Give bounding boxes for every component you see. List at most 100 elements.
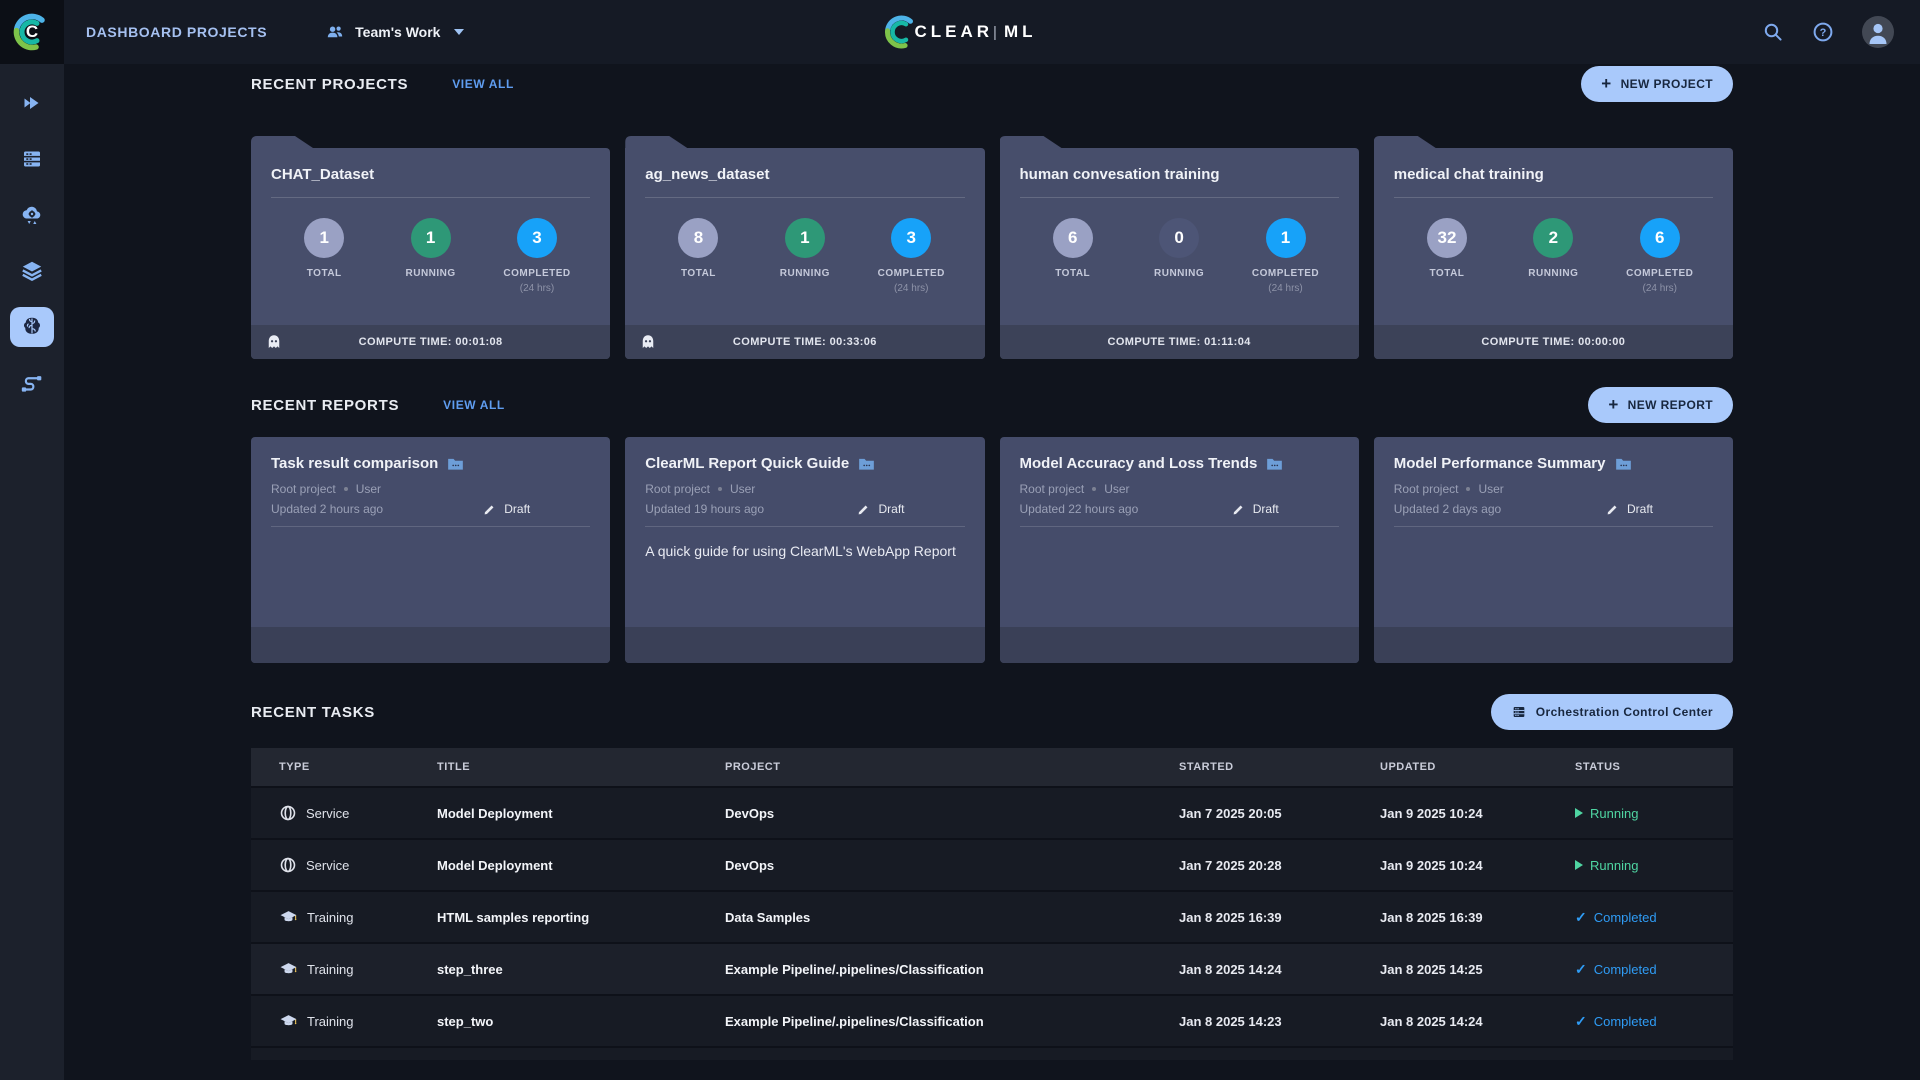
main-content: RECENT PROJECTS VIEW ALL + NEW PROJECT C… bbox=[64, 64, 1920, 1060]
person-icon bbox=[1869, 23, 1887, 44]
projects-view-all-link[interactable]: VIEW ALL bbox=[452, 77, 514, 91]
table-row-partial bbox=[251, 1048, 1733, 1060]
logo-letter: C bbox=[25, 22, 39, 41]
report-updated: Updated 19 hours ago bbox=[645, 502, 765, 516]
report-meta: Root project User bbox=[1393, 482, 1504, 496]
project-card[interactable]: ag_news_dataset 8 TOTAL 1 RUNNING 3 COMP… bbox=[625, 136, 985, 359]
recent-tasks-heading: RECENT TASKS bbox=[251, 703, 375, 721]
sidebar-item-getting-started[interactable] bbox=[10, 83, 54, 123]
datasets-icon bbox=[22, 261, 42, 281]
project-name: human convesation training bbox=[1019, 166, 1220, 183]
search-icon bbox=[1764, 23, 1782, 41]
stat-completed: 6 COMPLETED (24 hrs) bbox=[1617, 218, 1703, 294]
recent-tasks-table: TYPE TITLE PROJECT STARTED UPDATED STATU… bbox=[251, 748, 1733, 1060]
brand-text-left: CLEAR bbox=[914, 22, 994, 41]
app-logo[interactable]: C bbox=[0, 0, 64, 64]
status-badge: ✓ Completed bbox=[1575, 1012, 1657, 1029]
graduation-cap-icon bbox=[280, 1014, 297, 1025]
stat-total: 1 TOTAL bbox=[281, 218, 367, 294]
profile-button[interactable] bbox=[1862, 16, 1894, 48]
project-name: medical chat training bbox=[1393, 166, 1544, 183]
brand-logo: CLEAR | ML bbox=[883, 0, 1036, 64]
orchestration-control-center-button[interactable]: Orchestration Control Center bbox=[1490, 694, 1733, 730]
folder-tab bbox=[251, 136, 313, 148]
graduation-cap-icon bbox=[280, 910, 297, 921]
compute-time: COMPUTE TIME: 00:00:00 bbox=[1481, 336, 1626, 348]
pipelines-icon bbox=[21, 376, 42, 392]
new-report-button[interactable]: + NEW REPORT bbox=[1588, 387, 1733, 423]
report-meta: Root project User bbox=[645, 482, 756, 496]
sidebar-item-datasets[interactable] bbox=[10, 251, 54, 291]
table-row[interactable]: Service Model Deployment DevOps Jan 7 20… bbox=[251, 840, 1733, 892]
plus-icon: + bbox=[1601, 73, 1612, 93]
sidebar-item-pipelines[interactable] bbox=[10, 363, 54, 403]
report-updated: Updated 2 days ago bbox=[1393, 502, 1502, 516]
help-icon: ? bbox=[1813, 22, 1833, 42]
draft-badge: Draft bbox=[1606, 502, 1653, 516]
report-updated: Updated 22 hours ago bbox=[1019, 502, 1139, 516]
graduation-cap-icon bbox=[280, 962, 297, 973]
report-card[interactable]: Model Performance Summary Root project Us… bbox=[1373, 437, 1733, 663]
stat-running: 1 RUNNING bbox=[388, 218, 474, 294]
stat-completed: 3 COMPLETED (24 hrs) bbox=[868, 218, 954, 294]
brand-text-right: ML bbox=[1003, 22, 1037, 41]
workspace-selector[interactable]: Team's Work bbox=[325, 22, 465, 42]
brand-separator: | bbox=[993, 23, 1001, 41]
double-chevron-right-icon bbox=[24, 97, 39, 109]
report-card[interactable]: ClearML Report Quick Guide Root project U… bbox=[625, 437, 985, 663]
report-card[interactable]: Model Accuracy and Loss Trends Root proj… bbox=[999, 437, 1359, 663]
project-card[interactable]: CHAT_Dataset 1 TOTAL 1 RUNNING 3 COMPLET… bbox=[251, 136, 611, 359]
stat-running: 2 RUNNING bbox=[1510, 218, 1596, 294]
project-card[interactable]: medical chat training 32 TOTAL 2 RUNNING… bbox=[1373, 136, 1733, 359]
folder-tab bbox=[1374, 136, 1436, 148]
sidebar-item-projects[interactable] bbox=[10, 307, 54, 347]
stat-total: 6 TOTAL bbox=[1030, 218, 1116, 294]
draft-badge: Draft bbox=[483, 502, 530, 516]
completed-icon: ✓ bbox=[1575, 1012, 1587, 1029]
workers-queues-icon bbox=[24, 151, 40, 167]
sidebar-item-workers-queues[interactable] bbox=[10, 139, 54, 179]
help-button[interactable]: ? bbox=[1812, 21, 1834, 43]
report-description: A quick guide for using ClearML's WebApp… bbox=[645, 543, 956, 559]
project-name: ag_news_dataset bbox=[645, 166, 770, 183]
table-header: TYPE TITLE PROJECT STARTED UPDATED STATU… bbox=[251, 748, 1733, 788]
status-badge: ✓ Completed bbox=[1575, 960, 1657, 977]
compute-time: COMPUTE TIME: 01:11:04 bbox=[1107, 336, 1251, 348]
compute-time: COMPUTE TIME: 00:33:06 bbox=[732, 336, 877, 348]
plus-icon: + bbox=[1608, 394, 1619, 414]
table-row[interactable]: Service Model Deployment DevOps Jan 7 20… bbox=[251, 788, 1733, 840]
sidebar-item-autoscalers[interactable] bbox=[10, 195, 54, 235]
status-badge: Running bbox=[1575, 858, 1733, 873]
running-icon bbox=[1575, 860, 1583, 870]
table-row[interactable]: Training HTML samples reporting Data Sam… bbox=[251, 892, 1733, 944]
new-project-button[interactable]: + NEW PROJECT bbox=[1581, 66, 1733, 102]
page-title: DASHBOARD PROJECTS bbox=[86, 24, 268, 40]
project-card[interactable]: human convesation training 6 TOTAL 0 RUN… bbox=[999, 136, 1359, 359]
search-button[interactable] bbox=[1762, 21, 1784, 43]
report-title: Model Performance Summary bbox=[1393, 455, 1606, 472]
table-row[interactable]: Training step_three Example Pipeline/.pi… bbox=[251, 944, 1733, 996]
reports-view-all-link[interactable]: VIEW ALL bbox=[443, 398, 505, 412]
stat-running: 0 RUNNING bbox=[1136, 218, 1222, 294]
completed-icon: ✓ bbox=[1575, 960, 1587, 977]
stat-completed: 3 COMPLETED (24 hrs) bbox=[494, 218, 580, 294]
report-card-footer bbox=[625, 627, 985, 663]
table-row[interactable]: Training step_two Example Pipeline/.pipe… bbox=[251, 996, 1733, 1048]
pencil-icon bbox=[859, 505, 868, 514]
left-sidebar bbox=[0, 64, 64, 1080]
report-meta: Root project User bbox=[271, 482, 382, 496]
recent-reports-heading: RECENT REPORTS bbox=[251, 396, 400, 414]
status-badge: ✓ Completed bbox=[1575, 908, 1657, 925]
recent-projects-heading: RECENT PROJECTS bbox=[251, 75, 409, 93]
pencil-icon bbox=[1233, 505, 1243, 514]
report-title: ClearML Report Quick Guide bbox=[645, 455, 850, 472]
stat-completed: 1 COMPLETED (24 hrs) bbox=[1243, 218, 1329, 294]
team-icon bbox=[325, 22, 345, 42]
chevron-down-icon bbox=[454, 29, 465, 35]
pencil-icon bbox=[1607, 505, 1617, 514]
folder-tab bbox=[625, 136, 687, 148]
globe-service-icon bbox=[280, 805, 296, 821]
globe-service-icon bbox=[280, 857, 296, 873]
report-folder-icon bbox=[448, 458, 464, 470]
report-card[interactable]: Task result comparison Root project User … bbox=[251, 437, 611, 663]
